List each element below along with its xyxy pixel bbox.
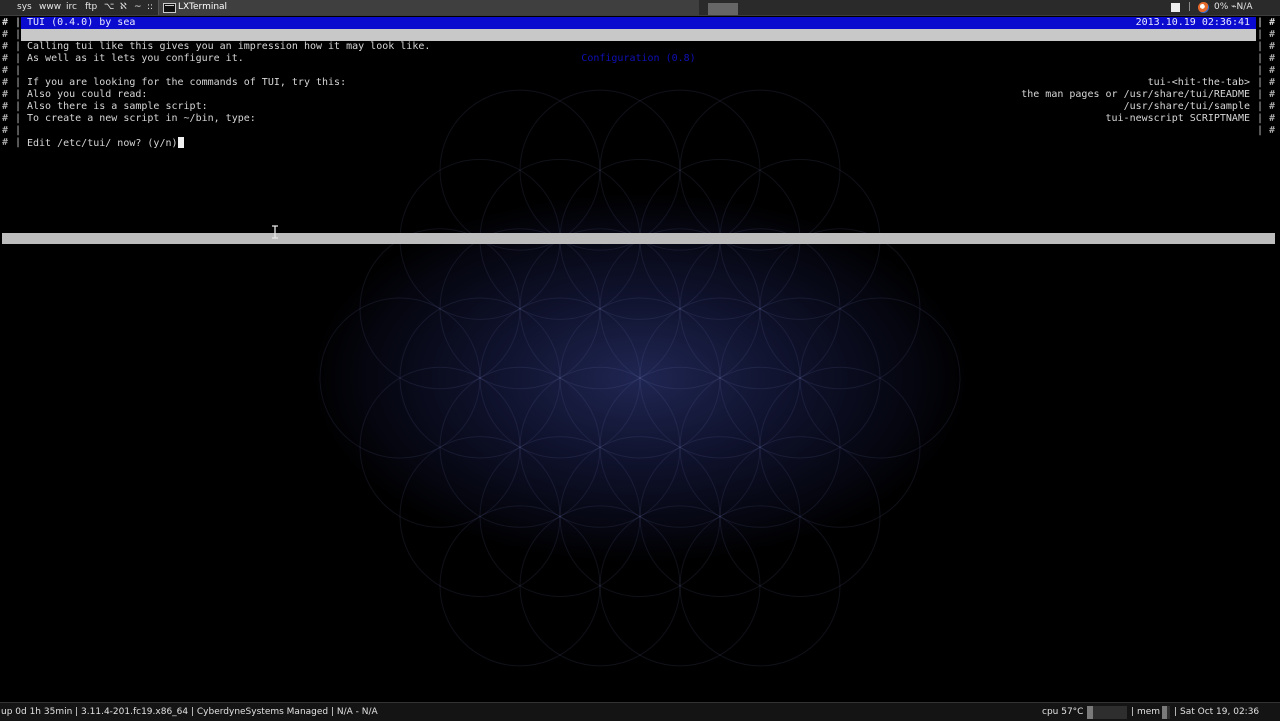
line-right-text: tui-<hit-the-tab> [1147, 77, 1250, 88]
taskbar-minimized-window[interactable] [708, 3, 738, 15]
line-right-text: tui-newscript SCRIPTNAME [1105, 113, 1251, 124]
cpu-meter [1087, 706, 1127, 719]
prompt-line[interactable]: # | Edit /etc/tui/ now? (y/n) [0, 137, 1280, 149]
workspace-8[interactable]: :: [146, 2, 154, 12]
taskbar-label: LXTerminal [178, 2, 228, 12]
terminal-line: # | If you are looking for the commands o… [2, 77, 1276, 88]
terminal-line: # | | # [2, 125, 1276, 136]
terminal-line: # | Also you could read: the man pages or… [2, 89, 1276, 100]
tui-title-line: # | TUI (0.4.0) by sea 2013.10.19 02:36:… [2, 17, 1276, 29]
terminal-line: # | As well as it lets you configure it. … [2, 53, 1276, 64]
line-text: Also there is a sample script: [27, 101, 208, 112]
workspace-6[interactable]: ℵ [119, 2, 128, 12]
clock[interactable]: Sat Oct 19, 02:36 [1180, 707, 1259, 717]
terminal-line: # | Also there is a sample script: /usr/s… [2, 101, 1276, 112]
terminal-window[interactable]: # | TUI (0.4.0) by sea 2013.10.19 02:36:… [0, 16, 1280, 702]
top-panel: sys www irc ftp ⌥ ℵ ~ :: LXTerminal | 0%… [0, 0, 1280, 16]
cpu-label: cpu 57°C [1042, 707, 1084, 717]
workspace-irc[interactable]: irc [65, 2, 78, 12]
workspace-5[interactable]: ⌥ [103, 2, 115, 12]
config-header-bar: Configuration (0.8) [21, 29, 1256, 64]
workspace-ftp[interactable]: ftp [84, 2, 98, 12]
tray-separator: | [1188, 2, 1192, 12]
line-right-text: the man pages or /usr/share/tui/README [1021, 89, 1250, 100]
tray-battery-status: 0% ⌁N/A [1214, 2, 1253, 12]
cpu-meter-fill [1087, 706, 1093, 719]
text-cursor [177, 137, 184, 148]
mem-meter-fill [1162, 706, 1167, 719]
prompt-text: Edit /etc/tui/ now? (y/n) [27, 138, 178, 149]
line-text: Calling tui like this gives you an impre… [27, 41, 431, 52]
terminal-line: # | | # [2, 65, 1276, 76]
line-right-text: /usr/share/tui/sample [1123, 101, 1250, 112]
tui-config-line: # | Configuration (0.8) | # [2, 29, 1276, 64]
browser-icon[interactable] [1198, 2, 1209, 13]
tui-title-bar: TUI (0.4.0) by sea 2013.10.19 02:36:41 [21, 17, 1256, 29]
mem-label: mem [1137, 707, 1161, 717]
system-status-text: up 0d 1h 35min | 3.11.4-201.fc19.x86_64 … [1, 707, 378, 717]
line-text: As well as it lets you configure it. [27, 53, 244, 64]
tray-window-icon[interactable] [1171, 3, 1180, 12]
tui-title: TUI (0.4.0) by sea [27, 17, 136, 28]
workspace-7[interactable]: ~ [133, 2, 143, 12]
terminal-line: # | Calling tui like this gives you an im… [2, 41, 1276, 52]
taskbar-lxterminal-button[interactable]: LXTerminal [158, 0, 699, 15]
terminal-separator-bar [2, 233, 1275, 244]
workspace-www[interactable]: www [38, 2, 62, 12]
line-text: To create a new script in ~/bin, type: [27, 113, 256, 124]
terminal-icon [163, 3, 176, 13]
line-text: If you are looking for the commands of T… [27, 77, 347, 88]
ibeam-cursor-icon [272, 225, 278, 239]
workspace-sys[interactable]: sys [16, 2, 33, 12]
line-text: Also you could read: [27, 89, 148, 100]
mem-meter [1162, 706, 1170, 719]
meter-separator: | [1131, 707, 1135, 717]
clock-separator: | [1174, 707, 1178, 717]
bottom-status-panel: up 0d 1h 35min | 3.11.4-201.fc19.x86_64 … [0, 702, 1280, 721]
tui-timestamp: 2013.10.19 02:36:41 [1135, 17, 1250, 28]
terminal-line: # | To create a new script in ~/bin, type… [2, 113, 1276, 124]
